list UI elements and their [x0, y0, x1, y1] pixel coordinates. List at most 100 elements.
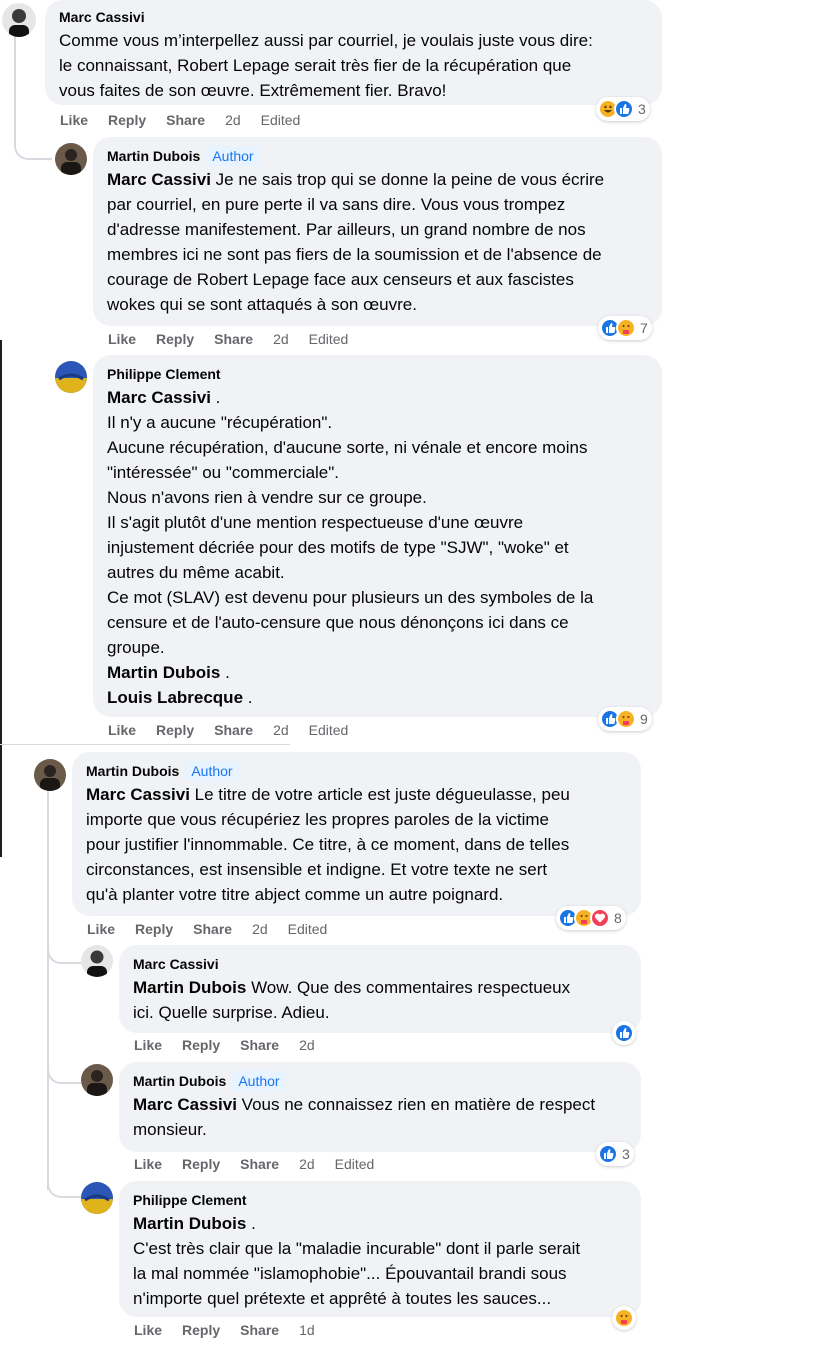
- author-name[interactable]: Martin Dubois: [86, 763, 179, 779]
- timestamp[interactable]: 1d: [299, 1322, 315, 1338]
- like-button[interactable]: Like: [134, 1322, 162, 1338]
- care-icon: [616, 318, 636, 338]
- comment-text: Marc Cassivi .: [107, 385, 648, 410]
- author-name[interactable]: Marc Cassivi: [59, 9, 145, 25]
- mention-suffix: .: [246, 1214, 256, 1233]
- share-button[interactable]: Share: [214, 331, 253, 347]
- timestamp[interactable]: 2d: [225, 112, 241, 128]
- author-name[interactable]: Martin Dubois: [133, 1073, 226, 1089]
- comment-bubble: Marc Cassivi Martin Dubois Wow. Que des …: [119, 945, 641, 1033]
- thread-curve: [47, 1060, 81, 1084]
- thread-curve: [14, 120, 52, 160]
- reply-button[interactable]: Reply: [135, 921, 173, 937]
- share-button[interactable]: Share: [240, 1156, 279, 1172]
- left-edge-line: [0, 340, 2, 857]
- comment-actions: Like Reply Share 2d: [134, 1035, 335, 1055]
- author-name[interactable]: Martin Dubois: [107, 148, 200, 164]
- reaction-count: 7: [640, 320, 648, 336]
- author-badge: Author: [232, 1071, 286, 1091]
- mention-link[interactable]: Martin Dubois: [133, 1214, 246, 1233]
- comment-bubble: Martin Dubois Author Marc Cassivi Vous n…: [119, 1062, 641, 1152]
- comment-bubble: Philippe Clement Martin Dubois . C'est t…: [119, 1181, 641, 1317]
- avatar[interactable]: [55, 143, 87, 175]
- reaction-count: 3: [638, 101, 646, 117]
- like-button[interactable]: Like: [134, 1037, 162, 1053]
- mention-suffix: .: [210, 388, 221, 407]
- share-button[interactable]: Share: [240, 1037, 279, 1053]
- like-button[interactable]: Like: [134, 1156, 162, 1172]
- thread-curve: [47, 1176, 81, 1198]
- share-button[interactable]: Share: [193, 921, 232, 937]
- timestamp[interactable]: 2d: [252, 921, 268, 937]
- like-icon: [598, 1144, 618, 1164]
- author-name[interactable]: Philippe Clement: [107, 366, 221, 382]
- mention-link[interactable]: Martin Dubois: [133, 978, 246, 997]
- author-name[interactable]: Philippe Clement: [133, 1192, 247, 1208]
- comment-text: Martin Dubois Wow. Que des commentaires …: [133, 975, 627, 1025]
- mention-suffix: .: [243, 688, 253, 707]
- comment-text: Martin Dubois .: [133, 1211, 627, 1236]
- like-icon: [614, 1023, 634, 1043]
- edited-label[interactable]: Edited: [309, 331, 349, 347]
- share-button[interactable]: Share: [240, 1322, 279, 1338]
- comment-actions: Like Reply Share 2d Edited: [134, 1154, 394, 1174]
- avatar[interactable]: [34, 759, 66, 791]
- edited-label[interactable]: Edited: [335, 1156, 375, 1172]
- reaction-summary[interactable]: 8: [556, 906, 626, 930]
- avatar[interactable]: [81, 1064, 113, 1096]
- comment-text: Comme vous m’interpellez aussi par courr…: [59, 31, 593, 100]
- timestamp[interactable]: 2d: [273, 722, 289, 738]
- reaction-summary[interactable]: 3: [596, 97, 650, 121]
- avatar[interactable]: [81, 945, 113, 977]
- reaction-summary[interactable]: [612, 1306, 636, 1330]
- share-button[interactable]: Share: [166, 112, 205, 128]
- comment-text: Marc Cassivi Je ne sais trop qui se donn…: [107, 167, 648, 317]
- author-name[interactable]: Marc Cassivi: [133, 956, 219, 972]
- reply-button[interactable]: Reply: [108, 112, 146, 128]
- avatar[interactable]: [55, 361, 87, 393]
- mention-link[interactable]: Marc Cassivi: [107, 170, 211, 189]
- avatar[interactable]: [81, 1182, 113, 1214]
- share-button[interactable]: Share: [214, 722, 253, 738]
- like-button[interactable]: Like: [108, 722, 136, 738]
- timestamp[interactable]: 2d: [299, 1037, 315, 1053]
- reaction-summary[interactable]: 3: [596, 1142, 634, 1166]
- timestamp[interactable]: 2d: [299, 1156, 315, 1172]
- mention-link[interactable]: Louis Labrecque: [107, 688, 243, 707]
- like-button[interactable]: Like: [108, 331, 136, 347]
- mention-link[interactable]: Marc Cassivi: [86, 785, 190, 804]
- avatar[interactable]: [2, 3, 36, 37]
- mention-link[interactable]: Marc Cassivi: [133, 1095, 237, 1114]
- mention-link[interactable]: Martin Dubois: [107, 663, 220, 682]
- thread-line-sub: [47, 790, 49, 1190]
- reaction-summary[interactable]: 9: [598, 707, 652, 731]
- comment-bubble: Martin Dubois Author Marc Cassivi Je ne …: [93, 137, 662, 326]
- reply-button[interactable]: Reply: [182, 1322, 220, 1338]
- reply-button[interactable]: Reply: [182, 1156, 220, 1172]
- author-badge: Author: [185, 761, 239, 781]
- mention-link[interactable]: Marc Cassivi: [107, 388, 211, 407]
- edited-label[interactable]: Edited: [261, 112, 301, 128]
- care-icon: [616, 709, 636, 729]
- reply-button[interactable]: Reply: [182, 1037, 220, 1053]
- reply-button[interactable]: Reply: [156, 331, 194, 347]
- timestamp[interactable]: 2d: [273, 331, 289, 347]
- comment-text: Martin Dubois .: [107, 660, 648, 685]
- reaction-count: 8: [614, 910, 622, 926]
- love-icon: [590, 908, 610, 928]
- edited-label[interactable]: Edited: [309, 722, 349, 738]
- comment-bubble: Martin Dubois Author Marc Cassivi Le tit…: [72, 752, 641, 916]
- edited-label[interactable]: Edited: [288, 921, 328, 937]
- care-icon: [614, 1308, 634, 1328]
- reaction-summary[interactable]: 7: [598, 316, 652, 340]
- comment-actions: Like Reply Share 2d Edited: [108, 720, 368, 740]
- reaction-count: 3: [622, 1146, 630, 1162]
- like-button[interactable]: Like: [60, 112, 88, 128]
- like-button[interactable]: Like: [87, 921, 115, 937]
- divider-line: [0, 744, 290, 745]
- reaction-count: 9: [640, 711, 648, 727]
- comment-bubble: Marc Cassivi Comme vous m’interpellez au…: [45, 0, 662, 105]
- reaction-summary[interactable]: [612, 1021, 636, 1045]
- author-badge: Author: [206, 146, 260, 166]
- reply-button[interactable]: Reply: [156, 722, 194, 738]
